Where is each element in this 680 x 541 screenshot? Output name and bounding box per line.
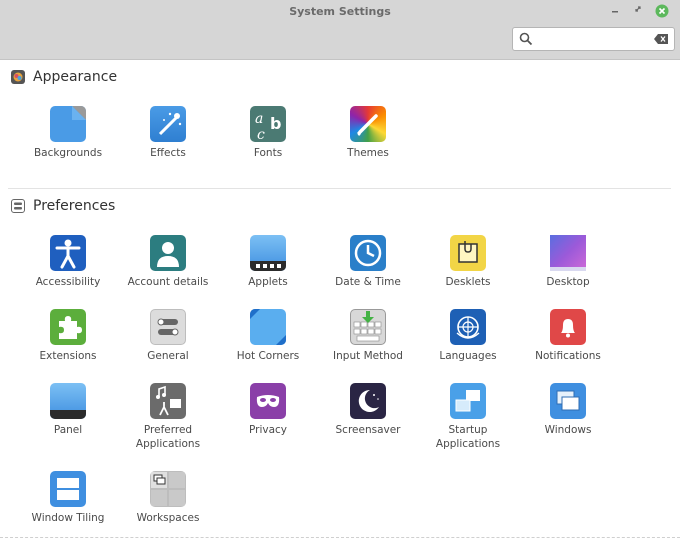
svg-text:b: b (270, 114, 281, 133)
item-date-time[interactable]: Date & Time (318, 235, 418, 289)
bell-icon (550, 309, 586, 345)
backgrounds-icon (50, 106, 86, 142)
item-effects[interactable]: Effects (118, 106, 218, 160)
section-title-preferences: Preferences (33, 198, 116, 214)
bottom-border (0, 537, 680, 538)
item-label: Desklets (445, 276, 491, 288)
maximize-button[interactable] (631, 4, 645, 18)
item-label: Privacy (248, 424, 288, 436)
hot-corners-icon (250, 309, 286, 345)
item-desktop[interactable]: Desktop (518, 235, 618, 289)
item-label: Effects (150, 147, 186, 159)
accessibility-icon (50, 235, 86, 271)
item-workspaces[interactable]: Workspaces (118, 471, 218, 525)
svg-text:a: a (255, 111, 263, 127)
desklets-icon (450, 235, 486, 271)
item-languages[interactable]: Languages (418, 309, 518, 363)
item-label: Applets (248, 276, 288, 288)
fonts-icon: abc (250, 106, 286, 142)
section-title-appearance: Appearance (33, 69, 118, 85)
item-hot-corners[interactable]: Hot Corners (218, 309, 318, 363)
keyboard-icon (350, 309, 386, 345)
item-label: Backgrounds (33, 147, 103, 159)
item-label: Preferred Applications (135, 424, 201, 450)
moon-icon (350, 383, 386, 419)
item-privacy[interactable]: Privacy (218, 383, 318, 437)
item-windows[interactable]: Windows (518, 383, 618, 437)
item-label: Date & Time (335, 276, 401, 288)
item-extensions[interactable]: Extensions (18, 309, 118, 363)
item-label: Input Method (333, 350, 403, 362)
item-label: Languages (439, 350, 497, 362)
item-fonts[interactable]: abc Fonts (218, 106, 318, 160)
svg-text:c: c (257, 127, 265, 142)
account-details-icon (150, 235, 186, 271)
item-applets[interactable]: Applets (218, 235, 318, 289)
search-box[interactable] (512, 27, 675, 51)
startup-applications-icon (450, 383, 486, 419)
item-preferred-applications[interactable]: Preferred Applications (118, 383, 218, 451)
windows-icon (550, 383, 586, 419)
toggle-icon (150, 309, 186, 345)
preferred-applications-icon (150, 383, 186, 419)
item-general[interactable]: General (118, 309, 218, 363)
close-icon (655, 4, 669, 18)
panel-icon (50, 383, 86, 419)
appearance-section-icon (11, 70, 25, 84)
item-label: Notifications (535, 350, 601, 362)
window-title: System Settings (289, 5, 391, 18)
item-label: Screensaver (335, 424, 401, 436)
item-label: Windows (544, 424, 592, 436)
item-label: General (147, 350, 189, 362)
title-bar: System Settings (0, 0, 680, 24)
item-startup-applications[interactable]: Startup Applications (418, 383, 518, 451)
effects-icon (150, 106, 186, 142)
item-label: Desktop (546, 276, 590, 288)
clear-search-icon[interactable] (654, 34, 668, 44)
item-label: Startup Applications (435, 424, 501, 450)
item-label: Hot Corners (236, 350, 300, 362)
search-input[interactable] (537, 30, 645, 48)
applets-icon (250, 235, 286, 271)
item-label: Fonts (253, 147, 283, 159)
item-label: Panel (53, 424, 83, 436)
window-tiling-icon (50, 471, 86, 507)
item-account-details[interactable]: Account details (118, 235, 218, 289)
item-screensaver[interactable]: Screensaver (318, 383, 418, 437)
desktop-icon (550, 235, 586, 271)
item-desklets[interactable]: Desklets (418, 235, 518, 289)
workspaces-icon (150, 471, 186, 507)
item-label: Account details (127, 276, 209, 288)
clock-icon (350, 235, 386, 271)
themes-icon (350, 106, 386, 142)
globe-icon (450, 309, 486, 345)
item-label: Themes (347, 147, 389, 159)
item-panel[interactable]: Panel (18, 383, 118, 437)
close-button[interactable] (655, 4, 669, 18)
toolbar (0, 24, 680, 60)
section-divider (8, 188, 671, 189)
item-backgrounds[interactable]: Backgrounds (18, 106, 118, 160)
mask-icon (250, 383, 286, 419)
minimize-icon (612, 11, 618, 13)
item-label: Accessibility (35, 276, 101, 288)
item-label: Window Tiling (31, 512, 105, 524)
item-notifications[interactable]: Notifications (518, 309, 618, 363)
puzzle-icon (50, 309, 86, 345)
item-label: Workspaces (136, 512, 200, 524)
item-label: Extensions (39, 350, 97, 362)
item-themes[interactable]: Themes (318, 106, 418, 160)
minimize-button[interactable] (608, 4, 622, 18)
restore-icon (635, 6, 641, 12)
item-input-method[interactable]: Input Method (318, 309, 418, 363)
item-window-tiling[interactable]: Window Tiling (18, 471, 118, 525)
search-icon (519, 32, 533, 46)
preferences-section-icon (11, 199, 25, 213)
item-accessibility[interactable]: Accessibility (18, 235, 118, 289)
